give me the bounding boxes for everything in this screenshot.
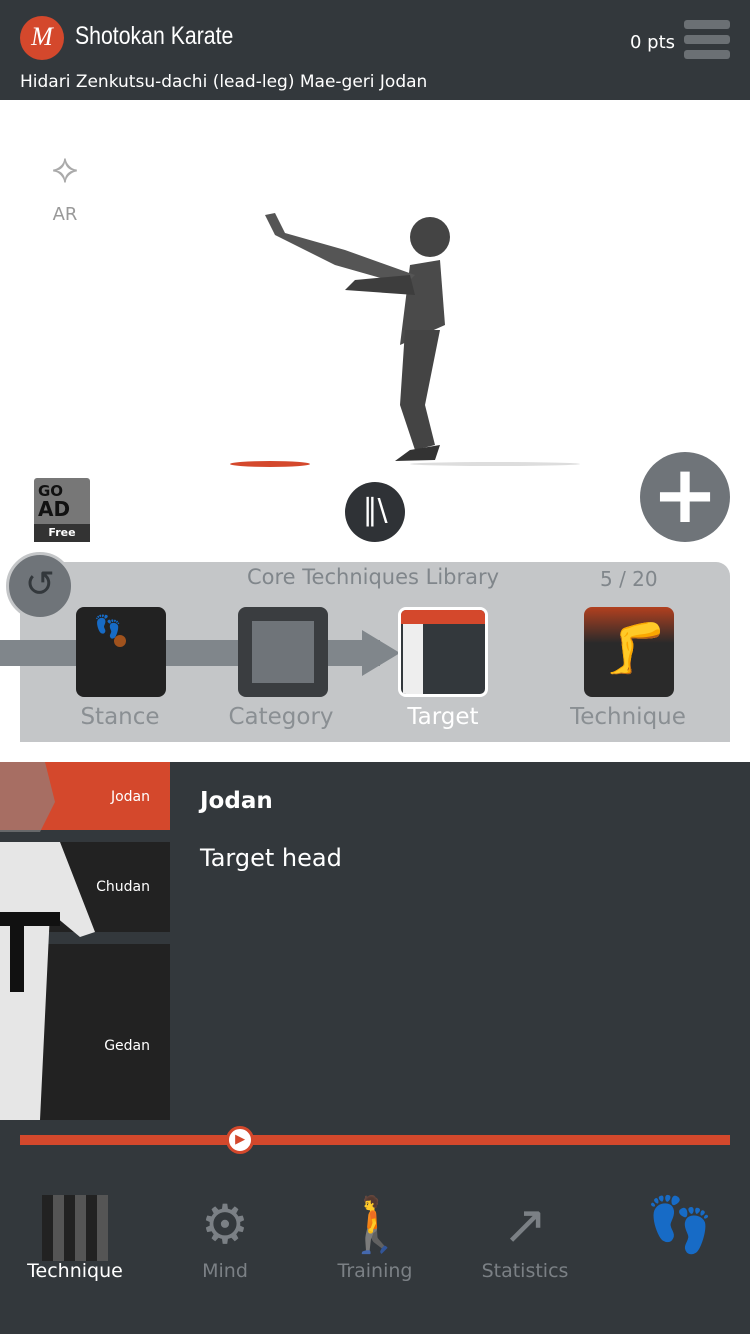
kick-silhouette-icon: 🦵 <box>604 619 667 677</box>
library-count: 5 / 20 <box>600 567 658 591</box>
restart-icon: ↺ <box>24 564 56 605</box>
app-title: Shotokan Karate <box>75 22 234 50</box>
add-button[interactable]: + <box>640 452 730 542</box>
target-bar <box>401 610 485 624</box>
tab-label-mind: Mind <box>202 1260 248 1282</box>
karate-3d-model[interactable] <box>225 205 585 475</box>
plus-icon: + <box>651 448 719 541</box>
go-ad-badge: Free <box>34 524 90 542</box>
ar-button[interactable]: ⟡ AR <box>30 134 100 225</box>
tab-statistics[interactable]: ↗ Statistics <box>450 1190 600 1282</box>
step-label-stance: Stance <box>80 704 160 730</box>
playback-slider[interactable] <box>20 1135 730 1145</box>
tab-label-technique: Technique <box>27 1260 123 1282</box>
stance-dot <box>114 635 126 647</box>
menu-button[interactable] <box>684 20 730 65</box>
reset-button[interactable]: ↺ <box>6 552 74 620</box>
detail-title: Jodan <box>200 788 273 814</box>
technique-icon <box>0 1190 150 1262</box>
tab-footprints[interactable]: 👣 <box>605 1190 750 1260</box>
go-ad-line2: AD <box>38 497 71 521</box>
karateka-illustration <box>0 762 95 1120</box>
play-button[interactable]: ▶ <box>226 1126 255 1154</box>
step-label-category: Category <box>228 704 334 730</box>
ar-label: AR <box>52 204 78 225</box>
step-label-target: Target <box>407 704 479 730</box>
technique-name: Hidari Zenkutsu-dachi (lead-leg) Mae-ger… <box>20 72 428 92</box>
points-display: 0 pts <box>630 32 676 53</box>
app-header: M Shotokan Karate 0 pts Hidari Zenkutsu-… <box>0 0 750 100</box>
detail-description: Target head <box>200 844 342 872</box>
tab-training[interactable]: 🚶 Training <box>300 1190 450 1282</box>
step-target[interactable] <box>398 607 488 697</box>
ar-cube-icon: ⟡ <box>51 146 79 192</box>
library-title: Core Techniques Library <box>247 565 500 589</box>
tab-technique[interactable]: Technique <box>0 1190 150 1282</box>
app-logo: M <box>20 16 64 60</box>
mind-icon: ⚙ <box>200 1193 250 1256</box>
flow-arrow <box>362 630 400 676</box>
step-label-technique: Technique <box>570 704 686 730</box>
tab-label-statistics: Statistics <box>481 1260 569 1282</box>
training-icon: 🚶 <box>341 1193 409 1256</box>
tab-label-training: Training <box>337 1260 413 1282</box>
step-technique[interactable]: 🦵 <box>584 607 674 697</box>
library-button[interactable]: ∥\ <box>345 482 405 542</box>
step-stance[interactable]: 👣 <box>76 607 166 697</box>
karateka-icon <box>403 624 423 694</box>
tab-mind[interactable]: ⚙ Mind <box>150 1190 300 1282</box>
step-category[interactable] <box>238 607 328 697</box>
statistics-icon: ↗ <box>502 1193 548 1256</box>
go-ad-free-button[interactable]: GO AD Free <box>34 478 90 542</box>
library-books-icon: ∥\ <box>362 493 388 528</box>
category-kick-icon <box>252 621 314 683</box>
play-icon: ▶ <box>235 1132 246 1147</box>
footprints-icon: 👣 <box>646 1193 714 1256</box>
